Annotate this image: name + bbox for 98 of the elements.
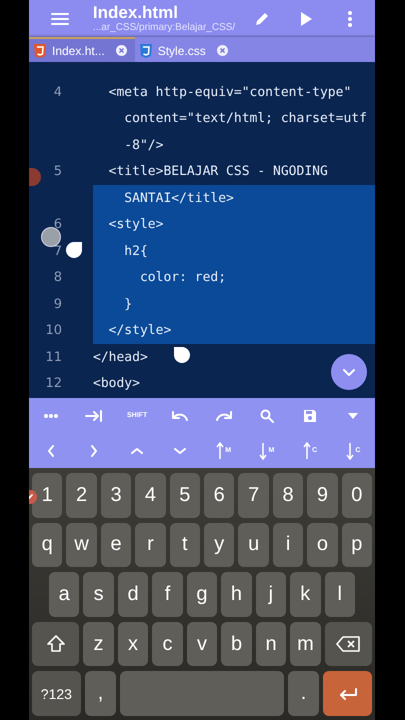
close-icon: [216, 45, 228, 56]
key[interactable]: m: [290, 622, 321, 666]
line-number: 10: [45, 323, 62, 338]
key[interactable]: 7: [238, 473, 269, 518]
code-editor[interactable]: 4 <meta http-equiv="content-type" content="text/html; charset=utf -8"/> 5 <title>BELAJAR CSS - NGODING SANTAI</title> 6 <style> 7 h2{ 8 color: red; 9 } 10 </style> 11 </head> 12 <body>: [29, 62, 375, 398]
key[interactable]: 0: [342, 473, 372, 518]
key[interactable]: d: [118, 572, 148, 617]
chevron-down-icon: [174, 446, 186, 454]
search-icon: [260, 408, 274, 422]
key[interactable]: v: [186, 622, 218, 666]
key[interactable]: o: [307, 522, 338, 568]
code-line: h2{: [123, 244, 148, 259]
shift-key[interactable]: [32, 622, 80, 666]
code-line: </head>: [93, 350, 148, 365]
css-file-icon: [138, 42, 153, 58]
code-line: }: [123, 296, 132, 312]
key[interactable]: i: [272, 522, 304, 568]
code-line: <title>BELAJAR CSS - NGODING: [108, 164, 328, 180]
line-number: 11: [45, 350, 62, 365]
symbols-key[interactable]: ?123: [32, 671, 81, 716]
save-icon: [303, 408, 318, 422]
chevron-up-icon: [131, 446, 144, 454]
key[interactable]: c: [152, 622, 183, 666]
key[interactable]: a: [49, 572, 80, 617]
key[interactable]: 6: [204, 473, 234, 518]
key[interactable]: q: [32, 522, 62, 568]
key[interactable]: w: [66, 522, 97, 568]
key[interactable]: 3: [100, 473, 132, 518]
selection-handle[interactable]: [66, 242, 82, 258]
tab-icon: [84, 410, 103, 422]
key[interactable]: s: [83, 572, 114, 617]
key[interactable]: h: [221, 572, 252, 617]
pencil-icon: [254, 10, 270, 26]
key[interactable]: p: [342, 522, 372, 568]
play-icon: [299, 10, 314, 26]
redo-icon: [214, 410, 233, 422]
code-line: <body>: [93, 376, 140, 392]
dropdown-icon: [348, 412, 358, 418]
enter-key[interactable]: [323, 671, 372, 716]
chevron-right-icon: [90, 444, 98, 456]
backspace-key[interactable]: [324, 622, 372, 666]
key[interactable]: r: [135, 522, 166, 568]
arrow-up-icon: [216, 442, 224, 460]
code-line: -8"/>: [123, 138, 164, 153]
line-number: 7: [54, 244, 62, 259]
key[interactable]: f: [152, 572, 183, 617]
key[interactable]: 5: [170, 473, 200, 518]
arrow-down-icon: [259, 442, 268, 460]
arrow-up-icon: [303, 442, 312, 460]
file-path: ...ar_CSS/primary:Belajar_CSS/: [92, 22, 236, 34]
key[interactable]: x: [118, 622, 148, 666]
key[interactable]: 4: [135, 473, 166, 518]
key[interactable]: 2: [66, 473, 97, 518]
line-number: 5: [54, 164, 62, 180]
key[interactable]: 9: [307, 473, 338, 518]
line-number: 9: [54, 296, 62, 312]
menu-icon: [50, 12, 69, 26]
more-icon: [42, 412, 59, 418]
line-number: 12: [45, 376, 62, 392]
arrow-down-icon: [346, 442, 354, 460]
touch-point: [41, 227, 61, 247]
code-line: color: red;: [138, 270, 226, 286]
line-number: 4: [54, 84, 62, 100]
key[interactable]: j: [256, 572, 286, 617]
undo-icon: [171, 410, 190, 422]
chevron-down-icon: [342, 368, 356, 376]
key[interactable]: l: [324, 572, 355, 617]
chevron-left-icon: [46, 444, 55, 456]
close-icon: [116, 45, 127, 56]
code-line: content="text/html; charset=utf: [123, 111, 367, 126]
key[interactable]: u: [238, 522, 269, 568]
code-line: <meta http-equiv="content-type": [108, 84, 352, 100]
key[interactable]: .: [288, 671, 320, 716]
key[interactable]: ,: [84, 671, 116, 716]
code-line: <style>: [108, 217, 164, 232]
key[interactable]: 8: [272, 473, 304, 518]
enter-icon: [338, 688, 358, 700]
key[interactable]: g: [186, 572, 218, 617]
key[interactable]: t: [170, 522, 200, 568]
code-line: </style>: [108, 323, 172, 338]
key[interactable]: b: [221, 622, 252, 666]
selection-handle[interactable]: [174, 347, 190, 363]
key[interactable]: z: [83, 622, 114, 666]
more-icon: [347, 10, 353, 28]
file-title: Index.html: [92, 3, 178, 22]
key[interactable]: y: [204, 522, 234, 568]
shift-icon: [46, 634, 66, 654]
key[interactable]: k: [290, 572, 320, 617]
file-tab[interactable]: Index.ht...: [29, 37, 135, 62]
html-file-icon: [33, 42, 47, 58]
line-number: 6: [54, 217, 62, 232]
backspace-icon: [336, 636, 360, 652]
key[interactable]: 1: [32, 473, 62, 518]
code-line: SANTAI</title>: [123, 190, 234, 206]
line-number: 8: [54, 270, 62, 286]
key[interactable]: e: [100, 522, 132, 568]
scroll-down-button[interactable]: [331, 354, 367, 390]
key[interactable]: n: [256, 622, 286, 666]
